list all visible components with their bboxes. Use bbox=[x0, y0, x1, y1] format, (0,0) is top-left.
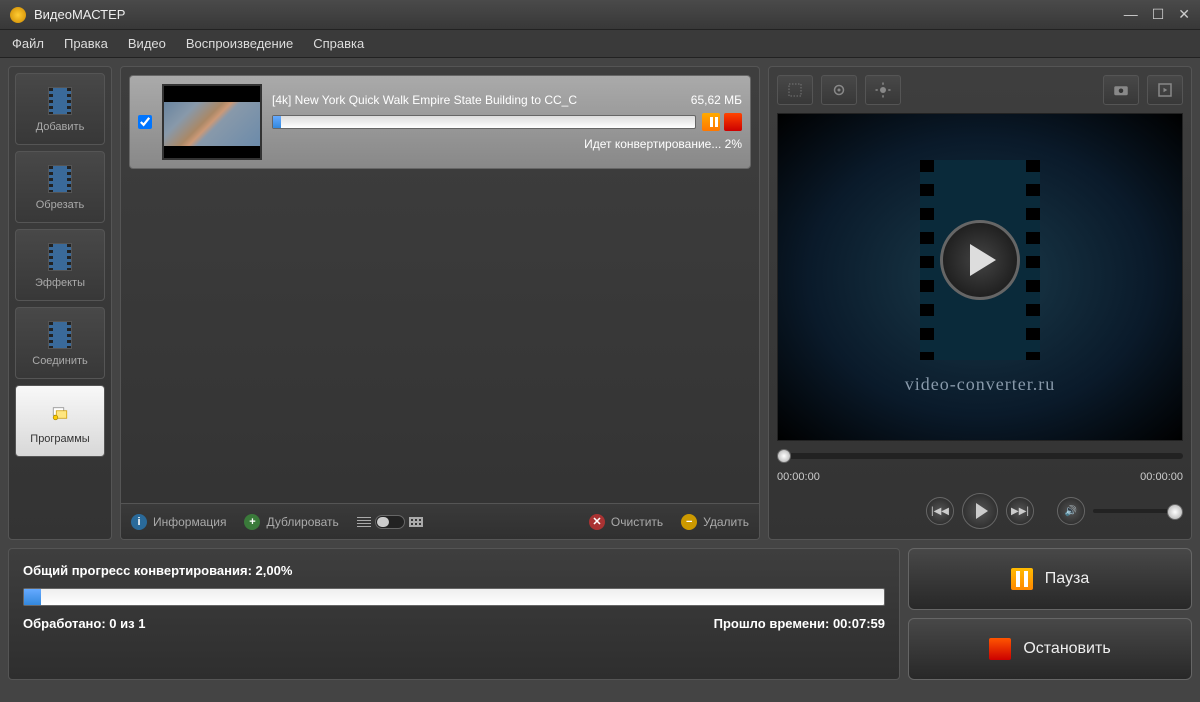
sidebar-add-button[interactable]: Добавить bbox=[15, 73, 105, 145]
film-trim-icon bbox=[48, 165, 72, 193]
processed-text: Обработано: 0 из 1 bbox=[23, 616, 145, 631]
file-item[interactable]: [4k] New York Quick Walk Empire State Bu… bbox=[129, 75, 751, 169]
file-thumbnail bbox=[162, 84, 262, 160]
list-toolbar: i Информация + Дублировать ✕ Очистить −Удал… bbox=[121, 503, 759, 539]
titlebar: ВидеоМАСТЕР — ☐ ✕ bbox=[0, 0, 1200, 30]
pause-button[interactable]: Пауза bbox=[908, 548, 1192, 610]
volume-button[interactable]: 🔊 bbox=[1057, 497, 1085, 525]
list-view-icon bbox=[357, 517, 371, 527]
video-preview[interactable]: video-converter.ru bbox=[777, 113, 1183, 441]
file-list-panel: [4k] New York Quick Walk Empire State Bu… bbox=[120, 66, 760, 540]
maximize-button[interactable]: ☐ bbox=[1152, 6, 1165, 23]
brightness-icon bbox=[874, 81, 892, 99]
menu-help[interactable]: Справка bbox=[313, 36, 364, 51]
menu-edit[interactable]: Правка bbox=[64, 36, 108, 51]
filmstrip-icon bbox=[920, 160, 1040, 360]
delete-label: Удалить bbox=[703, 515, 749, 529]
sidebar: Добавить Обрезать Эффекты Соединить Прог… bbox=[8, 66, 112, 540]
clear-button[interactable]: ✕ Очистить bbox=[589, 514, 663, 530]
overall-progress-bar bbox=[23, 588, 885, 606]
duplicate-label: Дублировать bbox=[266, 515, 338, 529]
app-title: ВидеоМАСТЕР bbox=[34, 7, 1124, 22]
toggle-switch[interactable] bbox=[375, 515, 405, 529]
stop-button[interactable]: Остановить bbox=[908, 618, 1192, 680]
brightness-tool-button[interactable] bbox=[865, 75, 901, 105]
file-status: Идет конвертирование... 2% bbox=[272, 137, 742, 151]
time-total: 00:00:00 bbox=[1140, 471, 1183, 483]
file-pause-button[interactable] bbox=[702, 113, 720, 131]
preview-panel: video-converter.ru 00:00:00 00:00:00 |◀◀… bbox=[768, 66, 1192, 540]
sidebar-effects-label: Эффекты bbox=[35, 277, 85, 289]
menu-video[interactable]: Видео bbox=[128, 36, 166, 51]
info-icon: i bbox=[131, 514, 147, 530]
file-title: [4k] New York Quick Walk Empire State Bu… bbox=[272, 93, 577, 107]
next-button[interactable]: ▶▶| bbox=[1006, 497, 1034, 525]
delete-button[interactable]: −Удалить bbox=[681, 514, 749, 530]
fullscreen-icon bbox=[1156, 81, 1174, 99]
fullscreen-button[interactable] bbox=[1147, 75, 1183, 105]
camera-icon bbox=[1112, 81, 1130, 99]
film-add-icon bbox=[48, 87, 72, 115]
seek-knob[interactable] bbox=[777, 449, 791, 463]
delete-icon: − bbox=[681, 514, 697, 530]
progress-header: Общий прогресс конвертирования: 2,00% bbox=[23, 563, 885, 578]
menubar: Файл Правка Видео Воспроизведение Справк… bbox=[0, 30, 1200, 58]
clear-icon: ✕ bbox=[589, 514, 605, 530]
info-label: Информация bbox=[153, 515, 226, 529]
crop-tool-button[interactable] bbox=[777, 75, 813, 105]
stop-label: Остановить bbox=[1023, 640, 1110, 658]
play-button[interactable] bbox=[962, 493, 998, 529]
sidebar-add-label: Добавить bbox=[36, 121, 85, 133]
pause-label: Пауза bbox=[1045, 570, 1089, 588]
play-big-icon bbox=[940, 220, 1020, 300]
snapshot-button[interactable] bbox=[1103, 75, 1139, 105]
file-checkbox[interactable] bbox=[138, 115, 152, 129]
progress-panel: Общий прогресс конвертирования: 2,00% Об… bbox=[8, 548, 900, 680]
prev-button[interactable]: |◀◀ bbox=[926, 497, 954, 525]
close-button[interactable]: ✕ bbox=[1178, 6, 1190, 23]
view-toggle[interactable] bbox=[357, 515, 423, 529]
menu-file[interactable]: Файл bbox=[12, 36, 44, 51]
menu-playback[interactable]: Воспроизведение bbox=[186, 36, 293, 51]
info-button[interactable]: i Информация bbox=[131, 514, 226, 530]
sidebar-effects-button[interactable]: Эффекты bbox=[15, 229, 105, 301]
sidebar-programs-label: Программы bbox=[30, 433, 89, 445]
elapsed-text: Прошло времени: 00:07:59 bbox=[714, 616, 885, 631]
file-progress-bar bbox=[272, 115, 696, 129]
sidebar-join-button[interactable]: Соединить bbox=[15, 307, 105, 379]
film-effects-icon bbox=[48, 243, 72, 271]
seek-bar[interactable] bbox=[777, 453, 1183, 459]
minimize-button[interactable]: — bbox=[1124, 6, 1138, 23]
settings-tool-button[interactable] bbox=[821, 75, 857, 105]
sidebar-join-label: Соединить bbox=[32, 355, 88, 367]
file-stop-button[interactable] bbox=[724, 113, 742, 131]
app-logo-icon bbox=[10, 7, 26, 23]
brand-text: video-converter.ru bbox=[905, 374, 1055, 395]
time-current: 00:00:00 bbox=[777, 471, 820, 483]
clear-label: Очистить bbox=[611, 515, 663, 529]
sidebar-trim-button[interactable]: Обрезать bbox=[15, 151, 105, 223]
film-join-icon bbox=[48, 321, 72, 349]
stop-icon bbox=[989, 638, 1011, 660]
programs-icon bbox=[44, 397, 76, 429]
sidebar-trim-label: Обрезать bbox=[36, 199, 85, 211]
gear-icon bbox=[830, 81, 848, 99]
crop-icon bbox=[786, 81, 804, 99]
file-size: 65,62 МБ bbox=[691, 93, 742, 107]
sidebar-programs-button[interactable]: Программы bbox=[15, 385, 105, 457]
duplicate-icon: + bbox=[244, 514, 260, 530]
pause-icon bbox=[1011, 568, 1033, 590]
grid-view-icon bbox=[409, 517, 423, 527]
duplicate-button[interactable]: + Дублировать bbox=[244, 514, 338, 530]
volume-slider[interactable] bbox=[1093, 509, 1183, 513]
